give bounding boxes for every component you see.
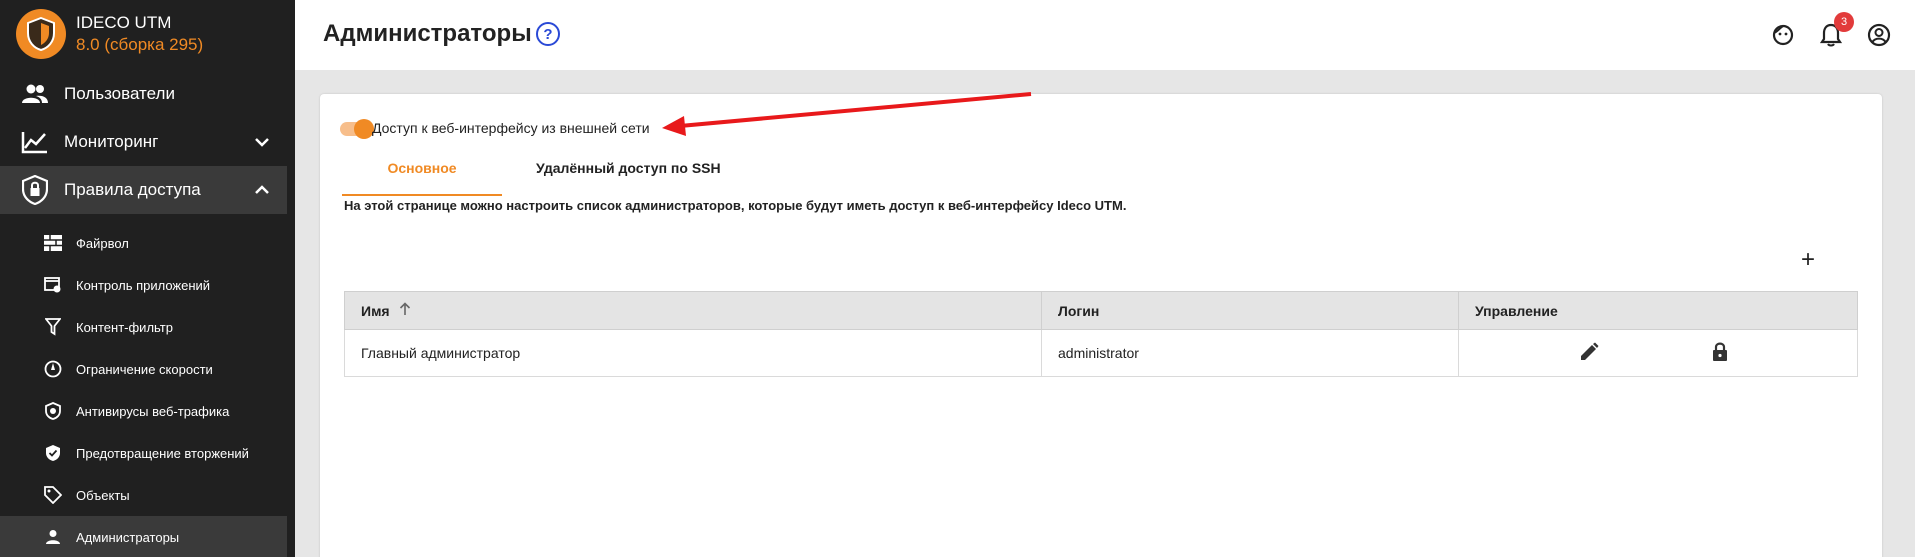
- sidebar-item-antivirus[interactable]: Антивирусы веб-трафика: [0, 390, 287, 432]
- firewall-icon: [42, 232, 64, 254]
- tab-general[interactable]: Основное: [342, 158, 502, 196]
- sidebar-item-label: Контроль приложений: [76, 277, 211, 293]
- administrators-table: Имя Логин Управление Главный администрат…: [344, 291, 1858, 377]
- tab-ssh-access[interactable]: Удалённый доступ по SSH: [502, 158, 755, 196]
- sort-arrow-up-icon[interactable]: [399, 302, 411, 319]
- edit-pencil-icon[interactable]: [1579, 342, 1599, 365]
- sidebar: IDECO UTM 8.0 (сборка 295) Пользователи …: [0, 0, 295, 557]
- speed-limit-icon: [42, 358, 64, 380]
- sidebar-item-intrusion-prevention[interactable]: Предотвращение вторжений: [0, 432, 287, 474]
- brand-version: 8.0 (сборка 295): [76, 35, 204, 54]
- sidebar-item-label: Правила доступа: [64, 180, 201, 199]
- tabs: Основное Удалённый доступ по SSH: [342, 158, 755, 196]
- column-header-login[interactable]: Логин: [1041, 291, 1459, 330]
- support-agent-icon[interactable]: [1768, 20, 1798, 50]
- sidebar-item-monitoring[interactable]: Мониторинг: [0, 118, 287, 166]
- topbar: Администраторы ? 3: [295, 0, 1915, 70]
- users-icon: [18, 77, 52, 111]
- tag-icon: [42, 484, 64, 506]
- antivirus-icon: [42, 400, 64, 422]
- sidebar-item-label: Предотвращение вторжений: [76, 445, 249, 461]
- sidebar-item-label: Антивирусы веб-трафика: [76, 403, 230, 419]
- sidebar-item-label: Ограничение скорости: [76, 361, 213, 377]
- app-control-icon: [42, 274, 64, 296]
- sidebar-item-label: Файрвол: [76, 235, 129, 251]
- content-card: Доступ к веб-интерфейсу из внешней сети …: [320, 94, 1882, 557]
- notifications-bell-icon[interactable]: 3: [1816, 12, 1854, 50]
- notification-count-badge: 3: [1834, 12, 1854, 32]
- sidebar-item-users[interactable]: Пользователи: [0, 70, 287, 118]
- sidebar-item-objects[interactable]: Объекты: [0, 474, 287, 516]
- help-icon[interactable]: ?: [536, 22, 560, 46]
- column-header-name[interactable]: Имя: [344, 291, 1042, 330]
- admin-login-cell: administrator: [1041, 329, 1459, 377]
- filter-icon: [42, 316, 64, 338]
- sidebar-item-label: Контент-фильтр: [76, 319, 173, 335]
- external-access-toggle-label: Доступ к веб-интерфейсу из внешней сети: [372, 120, 650, 136]
- sidebar-item-label: Пользователи: [64, 84, 175, 103]
- admin-name-cell: Главный администратор: [344, 329, 1042, 377]
- sidebar-item-firewall[interactable]: Файрвол: [0, 222, 287, 264]
- external-access-toggle[interactable]: [340, 119, 374, 139]
- column-header-label: Имя: [361, 303, 390, 319]
- column-header-actions: Управление: [1458, 291, 1858, 330]
- chart-line-icon: [18, 125, 52, 159]
- chevron-up-icon[interactable]: [255, 180, 269, 200]
- admin-icon: [42, 526, 64, 548]
- brand[interactable]: IDECO UTM 8.0 (сборка 295): [16, 8, 203, 60]
- sidebar-item-label: Объекты: [76, 487, 130, 503]
- intrusion-shield-icon: [42, 442, 64, 464]
- lock-icon[interactable]: [1712, 342, 1728, 365]
- table-row[interactable]: Главный администратор administrator: [344, 329, 1858, 377]
- page-title: Администраторы: [323, 20, 532, 47]
- sidebar-item-label: Мониторинг: [64, 132, 159, 151]
- sidebar-item-access-rules[interactable]: Правила доступа: [0, 166, 287, 214]
- table-header-row: Имя Логин Управление: [344, 291, 1858, 330]
- admin-actions-cell: [1458, 329, 1858, 377]
- brand-title: IDECO UTM: [76, 13, 172, 32]
- sidebar-item-content-filter[interactable]: Контент-фильтр: [0, 306, 287, 348]
- account-circle-icon[interactable]: [1864, 20, 1894, 50]
- shield-lock-icon: [18, 173, 52, 207]
- add-administrator-button[interactable]: +: [1801, 246, 1815, 274]
- ideco-logo-icon: [16, 9, 66, 59]
- sidebar-item-label: Администраторы: [76, 529, 180, 545]
- page-description: На этой странице можно настроить список …: [344, 198, 1127, 213]
- toggle-knob: [354, 119, 374, 139]
- sidebar-item-administrators[interactable]: Администраторы: [0, 516, 287, 557]
- chevron-down-icon[interactable]: [255, 132, 269, 152]
- sidebar-item-speed-limit[interactable]: Ограничение скорости: [0, 348, 287, 390]
- sidebar-item-app-control[interactable]: Контроль приложений: [0, 264, 287, 306]
